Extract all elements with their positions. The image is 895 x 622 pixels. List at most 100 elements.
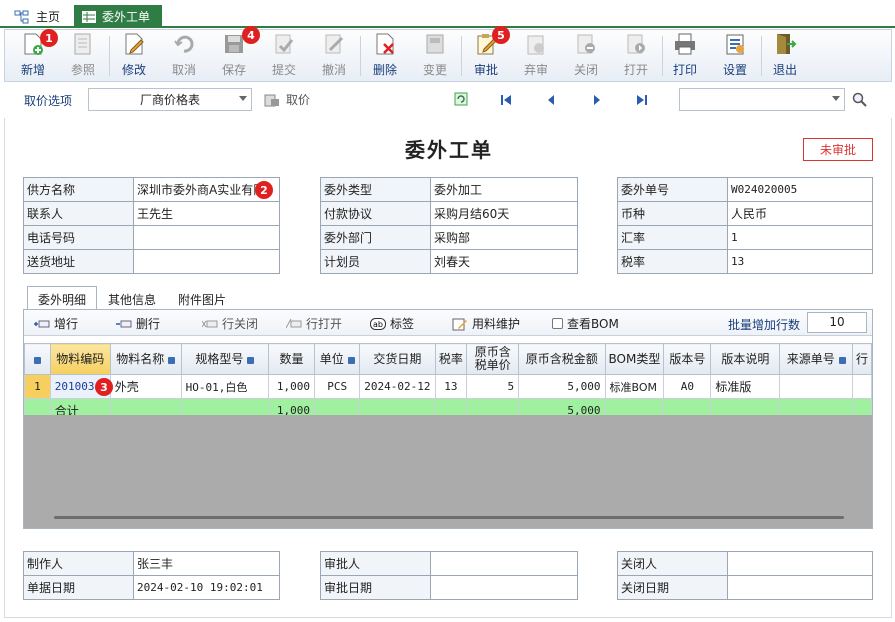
- exchange-rate-field[interactable]: 1: [727, 225, 873, 250]
- add-row-button[interactable]: 增行: [34, 315, 78, 332]
- tag-icon: ab: [370, 317, 386, 330]
- unapprove-button[interactable]: 弃审: [512, 30, 560, 81]
- material-button[interactable]: 用料维护: [452, 315, 520, 332]
- settings-button[interactable]: 设置: [711, 30, 759, 81]
- detail-tabs: 委外明细 其他信息 附件图片: [27, 286, 237, 310]
- phone-field[interactable]: [133, 225, 280, 250]
- tax-rate-field[interactable]: 13: [727, 249, 873, 274]
- tab-outsource-order[interactable]: 委外工单: [74, 5, 162, 28]
- lock-header[interactable]: [24, 343, 51, 375]
- tab-active-label: 委外工单: [102, 10, 151, 24]
- submit-button[interactable]: 提交: [260, 30, 308, 81]
- tab-home[interactable]: 主页: [4, 5, 70, 28]
- outsource-type-field[interactable]: 委外加工: [430, 177, 578, 202]
- tab-other-info[interactable]: 其他信息: [97, 286, 167, 310]
- price-option-select[interactable]: 厂商价格表: [88, 88, 252, 111]
- col-tax-rate[interactable]: 税率: [434, 343, 468, 375]
- badge-5: 5: [492, 26, 510, 44]
- outsource-form: 委外类型 委外加工 付款协议 采购月结60天 委外部门 采购部 计划员 刘春天: [320, 177, 578, 274]
- open-doc-button[interactable]: 打开: [612, 30, 660, 81]
- department-field[interactable]: 采购部: [430, 225, 578, 250]
- lock-icon: [247, 356, 255, 364]
- col-spec[interactable]: 规格型号: [180, 343, 269, 375]
- document-panel: 委外工单 未审批 供方名称 深圳市委外商A实业有限 联系人 王先生 电话号码 送货地…: [4, 118, 892, 618]
- col-material-code[interactable]: 物料编码: [49, 343, 111, 375]
- col-delivery-date[interactable]: 交货日期: [359, 343, 436, 375]
- col-unit-price[interactable]: 原币含税单价: [466, 343, 520, 375]
- planner-field[interactable]: 刘春天: [430, 249, 578, 274]
- prev-record-icon[interactable]: [546, 94, 556, 106]
- address-field[interactable]: [133, 249, 280, 274]
- tab-outsource-detail[interactable]: 委外明细: [27, 286, 98, 310]
- closer-form: 关闭人 关闭日期: [617, 551, 873, 600]
- print-icon: [673, 32, 697, 56]
- refresh-icon[interactable]: [454, 92, 468, 106]
- approver-field: [430, 551, 578, 576]
- lock-icon: [347, 356, 355, 364]
- close-row-button[interactable]: 行关闭: [202, 315, 258, 332]
- fetch-price-icon: [264, 94, 279, 106]
- contact-field[interactable]: 王先生: [133, 201, 280, 226]
- order-form: 委外单号 W024020005 币种 人民币 汇率 1 税率 13: [617, 177, 873, 274]
- tab-attachments[interactable]: 附件图片: [167, 286, 237, 310]
- change-button[interactable]: 变更: [411, 30, 459, 81]
- last-record-icon[interactable]: [636, 94, 648, 106]
- closer-field: [727, 551, 873, 576]
- delete-icon: [373, 32, 397, 56]
- add-row-icon: [34, 320, 50, 327]
- view-bom-checkbox[interactable]: 查看BOM: [552, 315, 619, 332]
- col-material-name[interactable]: 物料名称: [109, 343, 182, 375]
- grid-toolbar: 增行 删行 行关闭 行打开 ab 标签 用料维护 查看BOM 批量增加行数 10: [24, 310, 872, 336]
- unapprove-icon: [524, 32, 548, 56]
- edit-button[interactable]: 修改: [110, 30, 158, 81]
- scrollbar-thumb[interactable]: [54, 516, 844, 519]
- search-select[interactable]: [679, 88, 845, 111]
- col-quantity[interactable]: 数量: [267, 343, 316, 375]
- first-record-icon[interactable]: [500, 94, 512, 106]
- status-badge: 未审批: [803, 138, 873, 161]
- fetch-price-button[interactable]: 取价: [264, 91, 310, 108]
- search-icon[interactable]: [852, 92, 868, 108]
- order-number-field[interactable]: W024020005: [727, 177, 873, 202]
- chevron-down-icon: [239, 96, 247, 101]
- tab-home-label: 主页: [36, 10, 61, 24]
- delete-button[interactable]: 删除: [361, 30, 409, 81]
- next-record-icon[interactable]: [592, 94, 602, 106]
- col-unit[interactable]: 单位: [314, 343, 361, 375]
- cancel-button[interactable]: 取消: [160, 30, 208, 81]
- revoke-button[interactable]: 撤消: [310, 30, 358, 81]
- grid-empty-area: [24, 415, 872, 528]
- detail-grid: 增行 删行 行关闭 行打开 ab 标签 用料维护 查看BOM 批量增加行数 10 …: [23, 309, 873, 529]
- payment-terms-field[interactable]: 采购月结60天: [430, 201, 578, 226]
- open-row-button[interactable]: 行打开: [286, 315, 342, 332]
- batch-add-label: 批量增加行数: [728, 318, 801, 332]
- edit-icon: [122, 32, 146, 56]
- material-edit-icon: [452, 318, 467, 330]
- col-bom-type[interactable]: BOM类型: [604, 343, 665, 375]
- currency-field[interactable]: 人民币: [727, 201, 873, 226]
- col-version-desc[interactable]: 版本说明: [710, 343, 781, 375]
- col-version[interactable]: 版本号: [663, 343, 712, 375]
- open-doc-icon: [624, 32, 648, 56]
- delete-row-icon: [116, 320, 132, 327]
- cancel-icon: [172, 32, 196, 56]
- print-button[interactable]: 打印: [661, 30, 709, 81]
- batch-add-input[interactable]: 10: [807, 312, 867, 333]
- horizontal-scrollbar[interactable]: [24, 509, 872, 526]
- price-option-label: 取价选项: [24, 94, 73, 108]
- svg-text:ab: ab: [373, 320, 383, 329]
- close-doc-button[interactable]: 关闭: [562, 30, 610, 81]
- delete-row-button[interactable]: 删行: [116, 315, 160, 332]
- col-amount[interactable]: 原币含税金额: [518, 343, 606, 375]
- reference-button[interactable]: 参照: [59, 30, 107, 81]
- badge-1: 1: [40, 29, 58, 47]
- col-source-no[interactable]: 来源单号: [779, 343, 853, 375]
- table-icon: [82, 10, 96, 23]
- col-row[interactable]: 行: [851, 343, 873, 375]
- table-row[interactable]: 1 201003 外壳 HO-01,白色 1,000 PCS 2024-02-1…: [24, 374, 873, 399]
- price-option-bar: 取价选项 厂商价格表 取价: [4, 86, 892, 114]
- exit-button[interactable]: 退出: [761, 30, 809, 81]
- main-toolbar: 新增 参照 修改 取消 保存 提交 撤消 删除 变更 审批 弃审 关闭 打开 打…: [4, 29, 892, 82]
- tag-button[interactable]: ab 标签: [370, 315, 414, 332]
- exit-icon: [773, 32, 797, 56]
